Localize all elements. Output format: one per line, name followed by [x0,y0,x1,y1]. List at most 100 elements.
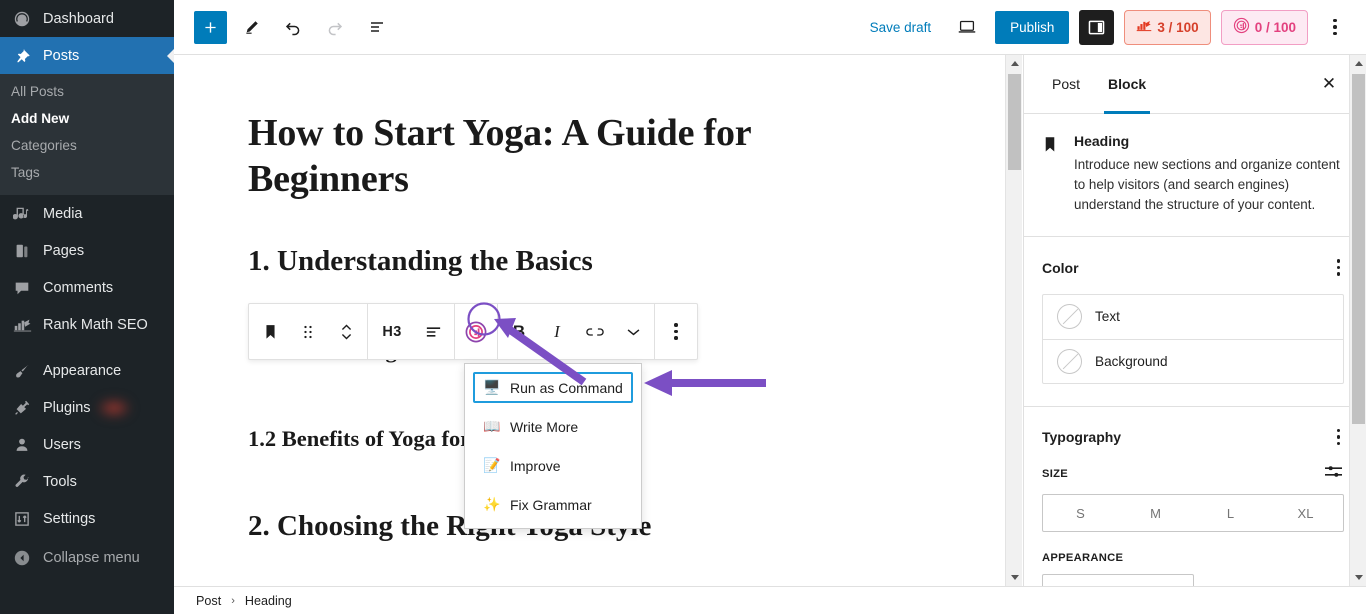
breadcrumb-heading[interactable]: Heading [245,594,292,608]
settings-sidebar-toggle[interactable] [1079,9,1115,45]
list-view-icon [371,22,383,32]
color-row-text[interactable]: Text [1043,295,1343,339]
sidebar-item-posts[interactable]: Posts [0,37,174,74]
heading-block-h2-1[interactable]: 1. Understanding the Basics [248,243,954,281]
font-size-option-s[interactable]: S [1043,495,1118,531]
font-size-option-xl[interactable]: XL [1268,495,1343,531]
align-text-button[interactable] [414,304,452,359]
memo-icon: 📝 [483,457,501,473]
undo-icon [285,22,300,36]
no-color-swatch-icon [1057,304,1082,330]
more-rich-text-button[interactable] [614,304,652,359]
post-title-block[interactable]: How to Start Yoga: A Guide for Beginners [248,111,808,203]
preview-laptop-icon [958,20,976,33]
font-size-option-m[interactable]: M [1118,495,1193,531]
sidebar-item-appearance[interactable]: Appearance [0,352,174,389]
content-ai-score-badge[interactable]: 0 / 100 [1220,9,1308,45]
content-ai-dropdown-menu: 🖥️ Run as Command 📖 Write More 📝 Improve… [464,363,642,529]
editor-scroll-thumb[interactable] [1008,74,1021,170]
media-icon [11,203,33,225]
typography-options-kebab-icon[interactable] [1333,425,1345,450]
menu-item-run-as-command[interactable]: 🖥️ Run as Command [473,372,633,403]
color-options-kebab-icon[interactable] [1333,255,1345,280]
block-options-button[interactable] [657,304,695,359]
chevron-up-down-icon [341,324,351,339]
tools-pencil-button[interactable] [233,9,269,45]
submenu-item-tags[interactable]: Tags [0,159,174,186]
sidebar-item-rank-math-seo[interactable]: Rank Math SEO [0,306,174,343]
block-info-card: Heading Introduce new sections and organ… [1024,114,1366,238]
color-row-background[interactable]: Background [1043,338,1343,383]
block-type-heading-button[interactable] [251,304,289,359]
breadcrumb-bar: Post › Heading [174,586,1366,614]
sidebar-item-label: Rank Math SEO [43,316,148,333]
content-ai-button[interactable] [457,304,495,359]
submenu-item-categories[interactable]: Categories [0,132,174,159]
link-button[interactable] [576,304,614,359]
add-block-button[interactable] [194,10,227,44]
menu-item-fix-grammar[interactable]: ✨ Fix Grammar [473,489,633,520]
move-block-up-down-button[interactable] [327,304,365,359]
settings-scroll-thumb[interactable] [1352,74,1365,424]
font-size-option-l[interactable]: L [1193,495,1268,531]
sidebar-item-comments[interactable]: Comments [0,269,174,306]
submenu-item-add-new[interactable]: Add New [0,105,174,132]
user-icon [11,434,33,456]
seo-score-label: 3 / 100 [1157,19,1199,35]
save-draft-button[interactable]: Save draft [862,14,940,41]
undo-button[interactable] [275,9,311,45]
no-color-swatch-icon [1057,348,1082,374]
custom-size-toggle-icon[interactable] [1323,463,1344,485]
menu-item-label: Run as Command [510,379,623,396]
menu-item-write-more[interactable]: 📖 Write More [473,411,633,442]
sidebar-item-plugins[interactable]: Plugins [0,389,174,426]
submenu-item-all-posts[interactable]: All Posts [0,78,174,105]
publish-button[interactable]: Publish [995,10,1070,44]
top-bar-left-tools [174,9,395,45]
drag-dots-icon [304,325,312,338]
redo-button[interactable] [317,9,353,45]
sidebar-item-settings[interactable]: Settings [0,500,174,537]
seo-score-badge[interactable]: 3 / 100 [1124,9,1211,45]
menu-item-improve[interactable]: 📝 Improve [473,450,633,481]
italic-button[interactable]: I [538,304,576,359]
appearance-label: APPEARANCE [1042,552,1124,565]
sidebar-item-tools[interactable]: Tools [0,463,174,500]
breadcrumb-post[interactable]: Post [196,594,221,608]
bold-button[interactable]: B [500,304,538,359]
settings-sidebar-scrollbar[interactable] [1349,55,1366,586]
more-options-button[interactable] [1318,10,1352,44]
preview-button[interactable] [949,9,985,45]
heading-level-button[interactable]: H3 [370,304,414,359]
block-info-description: Introduce new sections and organize cont… [1074,157,1340,212]
close-sidebar-button[interactable]: ✕ [1314,69,1344,99]
sidebar-item-label: Settings [43,510,96,527]
editor-scrollbar[interactable] [1005,55,1022,586]
sidebar-item-media[interactable]: Media [0,195,174,232]
bookmark-icon [1042,133,1058,214]
scroll-up-arrow[interactable] [1006,55,1023,72]
sidebar-item-collapse-menu[interactable]: Collapse menu [0,539,174,576]
breadcrumb-separator-icon: › [231,594,235,607]
drag-handle-button[interactable] [289,304,327,359]
appearance-select[interactable] [1042,574,1194,586]
sidebar-item-pages[interactable]: Pages [0,232,174,269]
wrench-icon [11,471,33,493]
sidebar-item-dashboard[interactable]: Dashboard [0,0,174,37]
color-options-list: Text Background [1042,293,1344,384]
sidebar-item-users[interactable]: Users [0,426,174,463]
scroll-up-arrow[interactable] [1350,55,1366,72]
sidebar-item-label: Dashboard [43,10,114,27]
sidebar-item-label: Tools [43,473,77,490]
list-view-button[interactable] [359,9,395,45]
content-ai-score-label: 0 / 100 [1254,19,1296,35]
tab-block[interactable]: Block [1094,55,1160,114]
typography-section-title: Typography [1042,429,1122,446]
tab-post[interactable]: Post [1038,55,1094,113]
font-size-header: SIZE [1042,463,1344,485]
settings-sidebar: Post Block ✕ Heading Introduce new secti… [1023,55,1366,586]
sidebar-divider [0,343,174,352]
scroll-down-arrow[interactable] [1350,569,1366,586]
sidebar-item-label: Users [43,436,81,453]
scroll-down-arrow[interactable] [1006,569,1023,586]
